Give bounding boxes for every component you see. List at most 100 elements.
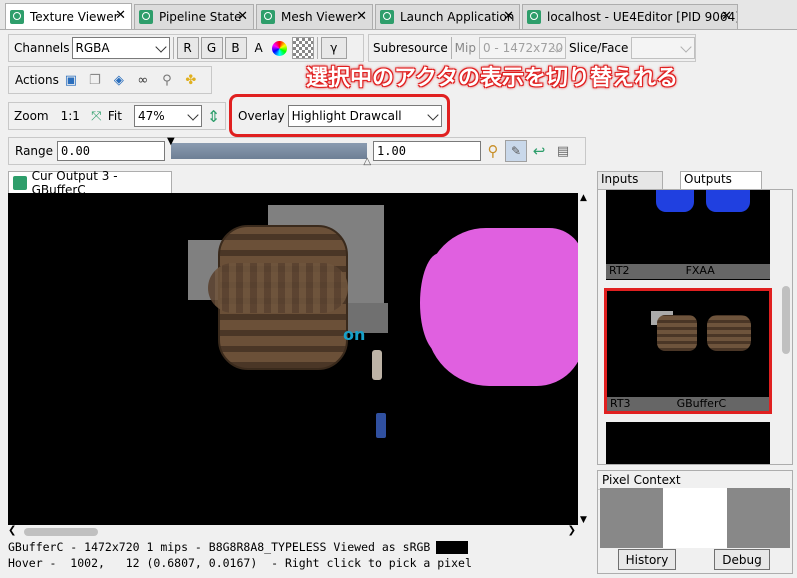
chevron-down-icon: [187, 109, 199, 121]
zoom-select[interactable]: 47%: [133, 105, 203, 127]
mip-label: Mip: [454, 41, 476, 55]
channels-select[interactable]: RGBA: [71, 37, 170, 59]
scroll-up-icon[interactable]: ▲: [580, 193, 587, 203]
status-line-2: Hover - 1002, 12 (0.6807, 0.0167) - Righ…: [8, 556, 472, 570]
separator: [172, 37, 174, 59]
open-in-window-icon[interactable]: ◈: [110, 71, 128, 89]
history-button[interactable]: History: [618, 549, 676, 570]
status-texture-info: GBufferC - 1472x720 1 mips - B8G8R8A8_TY…: [8, 540, 431, 554]
scrollbar-thumb[interactable]: [24, 528, 98, 536]
tab-launch-application[interactable]: Launch Application ✕: [375, 4, 520, 29]
zoom-value: 47%: [137, 109, 165, 123]
scrollbar-thumb[interactable]: [782, 286, 790, 354]
histogram-icon[interactable]: ▤: [554, 142, 572, 160]
tab-bar: Texture Viewer ✕ Pipeline State ✕ Mesh V…: [0, 0, 797, 30]
auto-fit-icon[interactable]: ✎: [505, 140, 528, 162]
tab-texture-viewer[interactable]: Texture Viewer ✕: [5, 3, 132, 30]
tab-pipeline-state[interactable]: Pipeline State ✕: [134, 4, 254, 29]
range-slider[interactable]: ▼ △: [167, 136, 371, 167]
mip-value: 0 - 1472x720: [482, 41, 564, 55]
vertical-scrollbar[interactable]: ▲ ▼: [578, 193, 592, 525]
scene-figure: [376, 413, 386, 438]
fit-icon[interactable]: ⤧: [88, 107, 105, 125]
thumb-name: GBufferC: [676, 397, 727, 410]
subresource-toolbar: Subresource Mip 0 - 1472x720 Slice/Face: [368, 34, 696, 62]
color-wheel-icon[interactable]: [271, 40, 287, 56]
thumb-caption: RT2 FXAA: [606, 264, 770, 279]
red-channel-button[interactable]: R: [176, 37, 199, 59]
thumbnail-rt4[interactable]: [606, 422, 770, 464]
tab-mesh-viewer[interactable]: Mesh Viewer ✕: [256, 4, 373, 29]
blue-channel-button[interactable]: B: [224, 37, 247, 59]
separator: [450, 37, 452, 59]
thumbnail-rt3[interactable]: RT3 GBufferC: [604, 288, 772, 414]
green-channel-button[interactable]: G: [200, 37, 223, 59]
texture-viewport[interactable]: on: [8, 193, 578, 525]
tab-cur-output[interactable]: Cur Output 3 - GBufferC: [8, 169, 172, 197]
texture-icon: [13, 175, 27, 190]
scene-pink-blob: [420, 253, 460, 353]
scroll-left-icon[interactable]: ❮: [8, 525, 16, 536]
link-icon[interactable]: ⚲: [158, 71, 176, 89]
range-toolbar: Range 0.00 ▼ △ 1.00 ⚲ ✎ ↩ ▤: [8, 136, 586, 167]
channels-value: RGBA: [75, 41, 110, 55]
thumbnail-scrollbar[interactable]: [779, 190, 792, 464]
chevron-down-icon: [680, 41, 692, 53]
pipeline-state-icon: [139, 10, 153, 24]
zoom-range-icon[interactable]: ⚲: [484, 142, 502, 160]
debug-button[interactable]: Debug: [714, 549, 770, 570]
launch-application-icon: [380, 10, 394, 24]
zoom-one-to-one-button[interactable]: 1:1: [61, 109, 80, 123]
range-min-handle[interactable]: ▼: [167, 136, 175, 147]
tab-label: localhost - UE4Editor [PID 9064]: [547, 10, 738, 24]
pixel-context-cell: [600, 488, 663, 548]
close-icon[interactable]: ✕: [115, 8, 126, 23]
fit-button[interactable]: Fit: [108, 109, 122, 123]
close-icon[interactable]: ✕: [237, 9, 248, 24]
thumb-barrels: [657, 315, 697, 351]
zoom-label: Zoom: [14, 109, 49, 123]
checkerboard-icon[interactable]: [291, 37, 314, 59]
thumb-blue-shape: [706, 190, 750, 212]
tab-localhost[interactable]: localhost - UE4Editor [PID 9064] ✕: [522, 4, 738, 29]
actions-label: Actions: [15, 73, 59, 87]
alpha-channel-button[interactable]: A: [255, 41, 263, 55]
range-max-input[interactable]: 1.00: [373, 141, 482, 161]
scroll-right-icon[interactable]: ❯: [568, 525, 576, 536]
thumb-name: FXAA: [685, 264, 715, 277]
chevron-down-icon: [154, 41, 167, 53]
actions-toolbar: Actions ▣ ❐ ◈ ∞ ⚲ ✤: [8, 66, 212, 94]
tab-divider: [0, 29, 797, 30]
scroll-down-icon[interactable]: ▼: [580, 515, 587, 525]
tab-label: Launch Application: [400, 10, 515, 24]
tab-outputs[interactable]: Outputs: [680, 171, 762, 190]
tab-label: Mesh Viewer: [281, 10, 358, 24]
pixel-context-preview: [600, 488, 790, 548]
close-icon[interactable]: ✕: [503, 9, 514, 24]
reset-range-icon[interactable]: ↩: [530, 142, 548, 160]
scene-figure: [372, 350, 382, 380]
flip-vertical-icon[interactable]: ⇕: [205, 107, 222, 126]
range-min-input[interactable]: 0.00: [57, 141, 166, 161]
thumb-slot: RT2: [609, 264, 630, 277]
range-label: Range: [15, 144, 54, 158]
thumbnail-rt2[interactable]: RT2 FXAA: [606, 190, 770, 280]
channels-label: Channels: [14, 41, 70, 55]
color-swatch: [436, 540, 469, 554]
binoculars-icon[interactable]: ∞: [134, 71, 152, 89]
horizontal-scrollbar[interactable]: ❮ ❯: [8, 525, 578, 539]
copy-icon[interactable]: ❐: [86, 71, 104, 89]
save-icon[interactable]: ▣: [62, 71, 80, 89]
range-max-handle[interactable]: △: [363, 156, 371, 167]
thumb-slot: RT3: [610, 397, 631, 410]
close-icon[interactable]: ✕: [356, 9, 367, 24]
close-icon[interactable]: ✕: [721, 9, 732, 24]
tab-inputs[interactable]: Inputs: [597, 171, 663, 189]
gamma-button[interactable]: γ: [320, 37, 347, 59]
puzzle-icon[interactable]: ✤: [182, 71, 200, 89]
slice-face-select[interactable]: [631, 37, 695, 59]
mesh-viewer-icon: [261, 10, 275, 24]
pixel-context-panel: Pixel Context History Debug: [597, 470, 793, 574]
mip-select[interactable]: 0 - 1472x720: [478, 37, 566, 59]
separator: [316, 37, 318, 59]
